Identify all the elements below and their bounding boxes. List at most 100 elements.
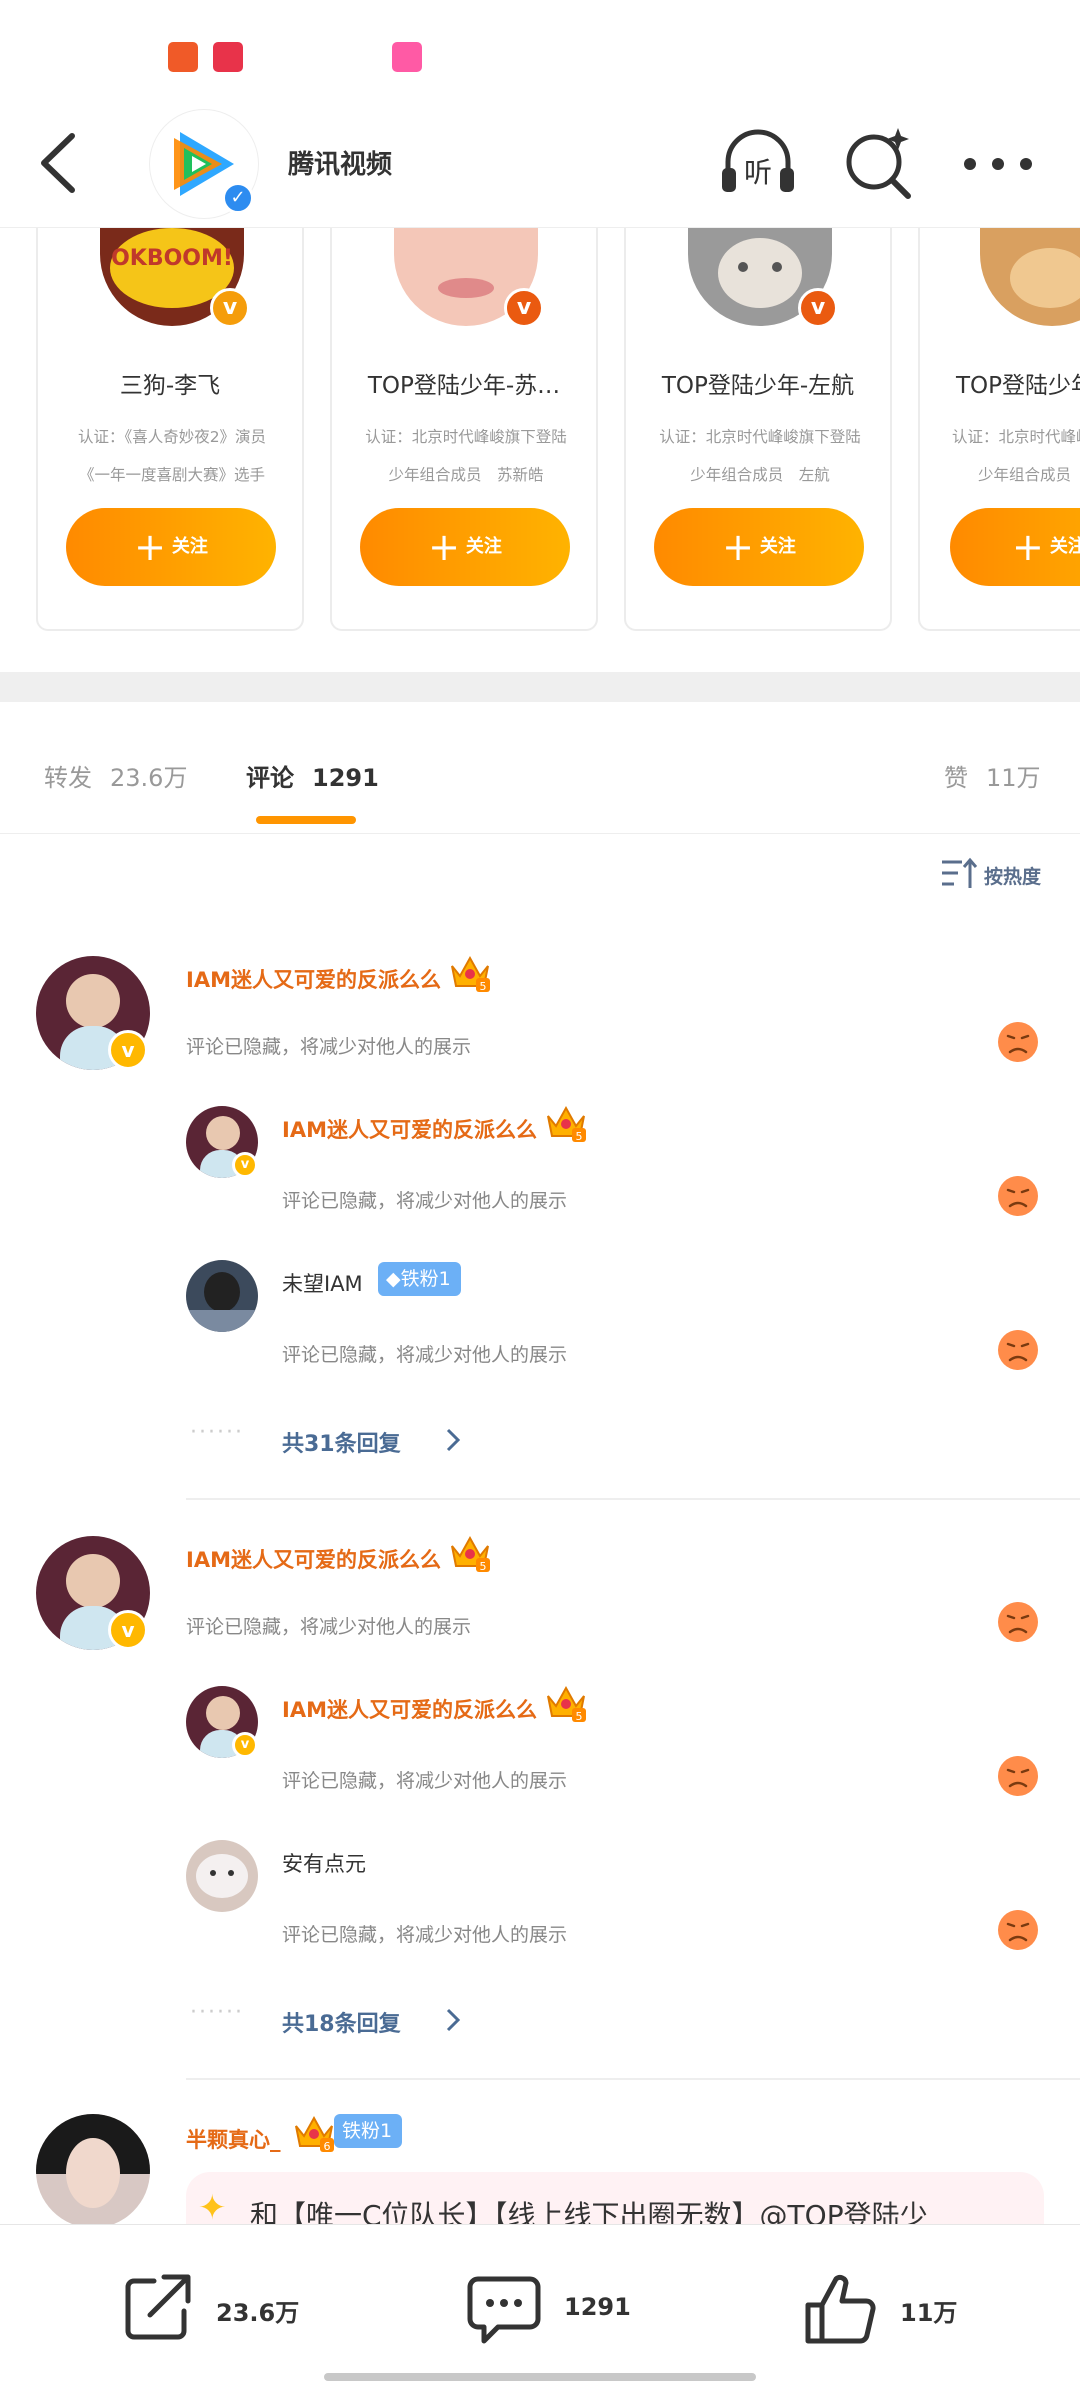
username[interactable]: 半颗真心_	[186, 2124, 281, 2154]
listen-label: 听	[744, 156, 772, 189]
listen-icon[interactable]: 听	[716, 122, 800, 206]
sort-label: 按热度	[984, 866, 1042, 888]
app-notification-icon	[168, 42, 198, 72]
dislike-icon[interactable]	[996, 1908, 1040, 1952]
dislike-icon[interactable]	[996, 1174, 1040, 1218]
account-name: 腾讯视频	[288, 150, 393, 180]
dislike-icon[interactable]	[996, 1600, 1040, 1644]
svg-text:5: 5	[480, 1560, 487, 1573]
share-icon	[125, 2274, 191, 2340]
back-icon[interactable]	[32, 128, 92, 198]
active-tab-indicator	[256, 816, 356, 824]
app-notification-icon	[392, 42, 422, 72]
dislike-icon[interactable]	[996, 1328, 1040, 1372]
chevron-right-icon	[446, 1428, 461, 1452]
avatar[interactable]	[186, 1840, 258, 1912]
plus-icon: +	[134, 525, 166, 569]
dots-icon: ······	[190, 1420, 244, 1445]
card-description: 认证：《喜人奇妙夜2》演员 《一年一度喜剧大赛》选手	[77, 428, 267, 484]
avatar-logo-text: OKBOOM!	[111, 246, 233, 271]
username[interactable]: 未望IAM	[282, 1268, 363, 1298]
section-divider	[0, 672, 1080, 702]
username[interactable]: 安有点元	[282, 1848, 366, 1878]
divider	[186, 1498, 1080, 1500]
chevron-right-icon	[446, 2008, 461, 2032]
comment-text: 评论已隐藏，将减少对他人的展示	[282, 1344, 568, 1366]
card-description: 认证：北京时代峰峻旗下登陆 少年组合成员 苏新皓	[365, 428, 567, 484]
tab-like[interactable]: 赞 11万	[944, 758, 1041, 793]
dislike-icon[interactable]	[996, 1020, 1040, 1064]
recommend-card[interactable]: OKBOOM! v 三狗-李飞 认证：《喜人奇妙夜2》演员 《一年一度喜剧大赛》选…	[36, 228, 304, 631]
top-navigation: ✓ 腾讯视频 听	[0, 100, 1080, 228]
like-count: 11万	[900, 2299, 958, 2327]
dots-icon: ······	[190, 2000, 244, 2025]
verified-badge-icon: v	[210, 288, 250, 328]
more-icon[interactable]	[956, 122, 1040, 206]
more-replies-link[interactable]: 共18条回复	[282, 2006, 401, 2038]
card-description: 认证：北京时代峰峻旗下登陆 少年组合成员 左航	[659, 428, 861, 484]
verified-badge-icon: ✓	[222, 182, 254, 214]
svg-text:5: 5	[576, 1130, 583, 1143]
sort-icon	[942, 857, 978, 888]
svg-text:5: 5	[576, 1710, 583, 1723]
fan-badge: 铁粉1	[334, 2114, 403, 2148]
recommend-card[interactable]: TOP登陆少年 认证：北京时代峰峻少年组合成员 +关注	[918, 228, 1080, 631]
crown-level-icon: 5	[547, 1105, 586, 1143]
comment-icon	[467, 2276, 541, 2344]
search-icon[interactable]	[836, 122, 920, 206]
repost-count: 23.6万	[216, 2299, 300, 2327]
recommend-card[interactable]: v TOP登陆少年-左航 认证：北京时代峰峻旗下登陆 少年组合成员 左航 + 关注	[624, 228, 892, 631]
tab-bar: 转发 23.6万 评论 1291 赞 11万	[0, 702, 1080, 834]
svg-text:6: 6	[324, 2140, 331, 2153]
recommend-card[interactable]: v TOP登陆少年-苏… 认证：北京时代峰峻旗下登陆 少年组合成员 苏新皓 + 关注	[330, 228, 598, 631]
card-name: TOP登陆少年	[956, 373, 1080, 399]
recommended-accounts: OKBOOM! v 三狗-李飞 认证：《喜人奇妙夜2》演员 《一年一度喜剧大赛》选…	[0, 228, 1080, 643]
app-notification-icon	[213, 42, 243, 72]
avatar	[980, 228, 1080, 326]
plus-icon: +	[1012, 525, 1044, 569]
follow-button[interactable]: + 关注	[654, 508, 864, 586]
thumbs-up-icon	[805, 2274, 876, 2344]
comment-item: v IAM迷人又可爱的反派么么 5 评论已隐藏，将减少对他人的展示 v IAM迷…	[0, 1530, 1080, 2080]
username[interactable]: IAM迷人又可爱的反派么么	[282, 1114, 537, 1144]
dislike-icon[interactable]	[996, 1754, 1040, 1798]
username[interactable]: IAM迷人又可爱的反派么么	[186, 1544, 441, 1574]
repost-button[interactable]: 23.6万	[120, 2269, 320, 2349]
verified-badge-icon: v	[232, 1152, 258, 1178]
more-replies-link[interactable]: 共31条回复	[282, 1426, 401, 1458]
comment-text: 评论已隐藏，将减少对他人的展示	[282, 1924, 568, 1946]
tab-comment[interactable]: 评论 1291	[246, 758, 379, 793]
verified-badge-icon: v	[232, 1732, 258, 1758]
crown-level-icon: 5	[451, 955, 490, 993]
status-bar	[0, 0, 1080, 100]
comment-button[interactable]: 1291	[464, 2269, 664, 2349]
crown-level-icon: 6	[295, 2115, 334, 2153]
fan-badge: ◆铁粉1	[378, 1262, 461, 1296]
avatar[interactable]	[36, 2114, 150, 2228]
crown-level-icon: 5	[547, 1685, 586, 1723]
follow-button[interactable]: + 关注	[66, 508, 276, 586]
follow-button[interactable]: + 关注	[360, 508, 570, 586]
sparkle-icon: ✦	[198, 2188, 227, 2228]
comment-text: 评论已隐藏，将减少对他人的展示	[282, 1190, 568, 1212]
username[interactable]: IAM迷人又可爱的反派么么	[282, 1694, 537, 1724]
comment-item: v IAM迷人又可爱的反派么么 5 评论已隐藏，将减少对他人的展示 v IAM迷…	[0, 950, 1080, 1500]
username[interactable]: IAM迷人又可爱的反派么么	[186, 964, 441, 994]
verified-badge-icon: v	[108, 1610, 148, 1650]
plus-icon: +	[428, 525, 460, 569]
comment-text: 评论已隐藏，将减少对他人的展示	[186, 1616, 472, 1638]
svg-text:5: 5	[480, 980, 487, 993]
verified-badge-icon: v	[504, 288, 544, 328]
avatar[interactable]	[186, 1260, 258, 1332]
comment-text: 评论已隐藏，将减少对他人的展示	[186, 1036, 472, 1058]
card-name: TOP登陆少年-苏…	[367, 373, 561, 399]
verified-badge-icon: v	[798, 288, 838, 328]
tab-repost[interactable]: 转发 23.6万	[44, 758, 187, 793]
card-description: 认证：北京时代峰峻 少年组合成员	[952, 428, 1080, 484]
card-name: TOP登陆少年-左航	[661, 373, 855, 399]
home-indicator[interactable]	[324, 2373, 756, 2381]
crown-level-icon: 5	[451, 1535, 490, 1573]
follow-button[interactable]: + 关注	[950, 508, 1080, 586]
comment-text: 评论已隐藏，将减少对他人的展示	[282, 1770, 568, 1792]
like-button[interactable]: 11万	[800, 2269, 1000, 2349]
